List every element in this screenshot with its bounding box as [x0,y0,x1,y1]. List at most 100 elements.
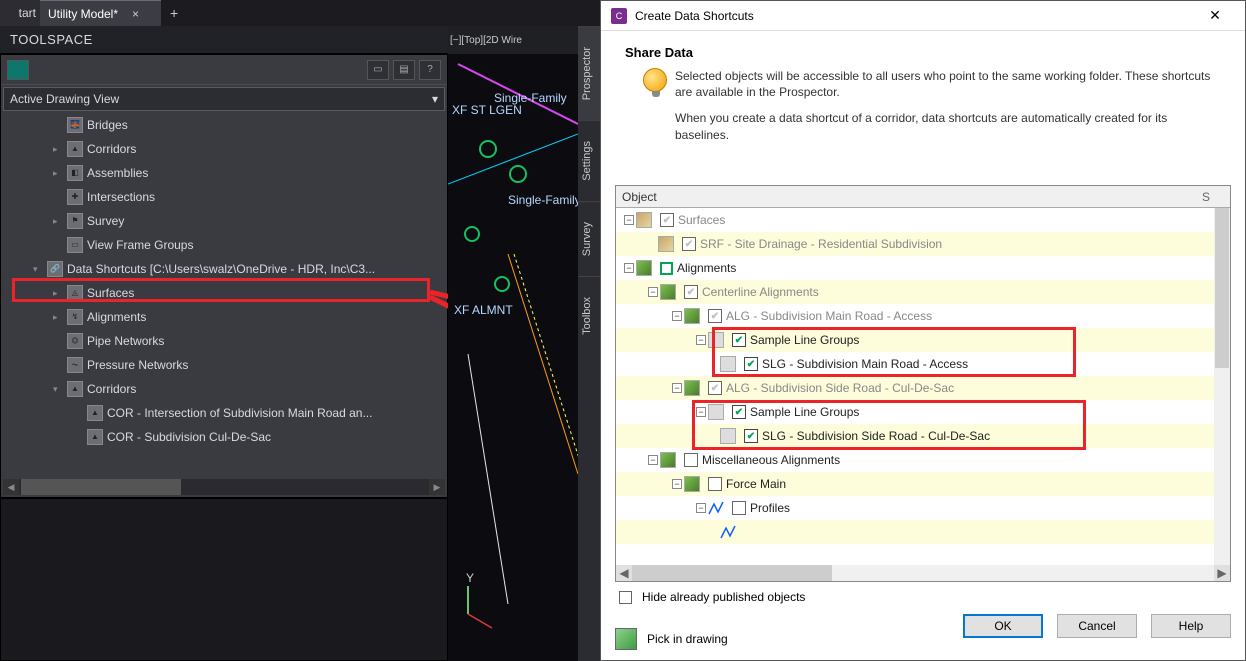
tree-item-vfg[interactable]: View Frame Groups [87,238,193,252]
tree-misc[interactable]: Miscellaneous Alignments [702,453,840,467]
pick-in-drawing-icon[interactable] [615,628,637,650]
tree-item-cor2[interactable]: COR - Subdivision Cul-De-Sac [107,430,271,444]
checkbox[interactable]: ✔ [708,381,722,395]
expand-icon[interactable]: ▸ [53,168,63,179]
collapse-icon[interactable]: ▾ [33,264,43,275]
toolbar-help-button[interactable]: ? [419,60,441,80]
drawing-canvas[interactable]: [−][Top][2D Wire XF ST LGEN Single-Famil… [448,26,600,661]
checkbox-checked[interactable]: ✔ [732,333,746,347]
collapse-icon[interactable]: − [648,455,658,465]
expand-icon[interactable]: ▸ [53,288,63,299]
checkbox-checked[interactable]: ✔ [744,357,758,371]
collapse-icon[interactable]: − [672,479,682,489]
collapse-icon[interactable]: − [648,287,658,297]
toolspace-tree[interactable]: 🌉Bridges ▸▲Corridors ▸◧Assemblies ✚Inter… [3,113,445,477]
scroll-thumb[interactable] [21,479,181,495]
dialog-close-button[interactable]: ✕ [1195,7,1235,24]
cancel-button[interactable]: Cancel [1057,614,1137,638]
tree-slg1[interactable]: SLG - Subdivision Main Road - Access [762,357,968,371]
tree-item-intersections[interactable]: Intersections [87,190,155,204]
collapse-icon[interactable]: − [696,335,706,345]
tree-alg2[interactable]: ALG - Subdivision Side Road - Cul-De-Sac [726,381,954,395]
tree-centerline[interactable]: Centerline Alignments [702,285,819,299]
toolbar-button-2[interactable]: ▤ [393,60,415,80]
scroll-thumb[interactable] [1215,208,1229,368]
dialog-heading: Share Data [625,45,1221,60]
tree-item-alignments[interactable]: Alignments [87,310,146,324]
horizontal-scrollbar[interactable]: ◀ ▶ [616,565,1230,581]
close-icon[interactable]: × [132,7,139,21]
tree-item-survey[interactable]: Survey [87,214,124,228]
scroll-left-icon[interactable]: ◀ [3,479,19,495]
side-tab-survey[interactable]: Survey [578,201,600,276]
scroll-left-icon[interactable]: ◀ [616,565,632,581]
scroll-right-icon[interactable]: ▶ [1214,565,1230,581]
toolspace-home-button[interactable] [7,60,29,80]
checkbox[interactable]: ✔ [684,285,698,299]
side-tab-toolbox[interactable]: Toolbox [578,276,600,355]
object-tree[interactable]: − ✔ Surfaces ✔ SRF - Site Drainage - Reside… [616,208,1230,565]
ok-button[interactable]: OK [963,614,1043,638]
collapse-icon[interactable]: − [696,407,706,417]
collapse-icon[interactable]: − [696,503,706,513]
tree-item-corridors-2[interactable]: Corridors [87,382,136,396]
collapse-icon[interactable]: ▾ [53,384,63,395]
toolspace-panel: ▭ ▤ ? Active Drawing View ▾ 🌉Bridges ▸▲C… [0,54,448,498]
tree-item-cor1[interactable]: COR - Intersection of Subdivision Main R… [107,406,372,420]
slg-item-icon [720,356,736,372]
toolbar-button-1[interactable]: ▭ [367,60,389,80]
scroll-thumb[interactable] [632,565,832,581]
app-icon: C [611,8,627,24]
toolspace-toolbar: ▭ ▤ ? [1,55,447,85]
tree-profiles[interactable]: Profiles [750,501,790,515]
checkbox-checked[interactable]: ✔ [732,405,746,419]
tab-start[interactable]: tart [0,0,40,26]
help-button[interactable]: Help [1151,614,1231,638]
expand-icon[interactable]: ▸ [53,216,63,227]
view-label[interactable]: [−][Top][2D Wire [450,35,522,46]
expand-icon[interactable]: ▸ [53,144,63,155]
side-tab-settings[interactable]: Settings [578,120,600,201]
tree-item-bridges[interactable]: Bridges [87,118,128,132]
tree-alg1[interactable]: ALG - Subdivision Main Road - Access [726,309,932,323]
tree-item-assemblies[interactable]: Assemblies [87,166,148,180]
expand-icon[interactable]: ▸ [53,312,63,323]
checkbox[interactable]: ✔ [708,309,722,323]
tree-item-pressure-networks[interactable]: Pressure Networks [87,358,188,372]
tree-force-main[interactable]: Force Main [726,477,786,491]
checkbox-empty[interactable] [732,501,746,515]
new-tab-button[interactable]: + [161,5,187,21]
checkbox-empty[interactable] [708,477,722,491]
tree-slg-h-2[interactable]: Sample Line Groups [750,405,859,419]
checkbox-empty[interactable] [684,453,698,467]
checkbox-partial[interactable] [660,262,673,275]
vertical-scrollbar[interactable] [1214,208,1230,565]
hide-published-checkbox[interactable] [619,591,632,604]
tree-item-corridors[interactable]: Corridors [87,142,136,156]
collapse-icon[interactable]: − [624,215,634,225]
view-combo[interactable]: Active Drawing View ▾ [3,87,445,111]
surface-item-icon [658,236,674,252]
tree-slg2[interactable]: SLG - Subdivision Side Road - Cul-De-Sac [762,429,990,443]
tree-item-surfaces[interactable]: Surfaces [87,286,134,300]
checkbox[interactable]: ✔ [682,237,696,251]
horizontal-scrollbar[interactable]: ◀ ▶ [3,479,445,495]
scroll-right-icon[interactable]: ▶ [429,479,445,495]
tree-surfaces[interactable]: Surfaces [678,213,725,227]
checkbox-checked[interactable]: ✔ [744,429,758,443]
tree-item-data-shortcuts[interactable]: Data Shortcuts [C:\Users\swalz\OneDrive … [67,262,375,276]
tree-alignments[interactable]: Alignments [677,261,736,275]
side-tab-prospector[interactable]: Prospector [578,26,600,120]
corridors-icon: ▲ [67,381,83,397]
tree-srf[interactable]: SRF - Site Drainage - Residential Subdiv… [700,237,942,251]
tree-column-header[interactable]: Object S [616,186,1230,208]
collapse-icon[interactable]: − [672,311,682,321]
checkbox[interactable]: ✔ [660,213,674,227]
collapse-icon[interactable]: − [672,383,682,393]
tab-active-document[interactable]: Utility Model* × [40,0,161,26]
toolspace-title: TOOLSPACE [10,32,93,47]
tree-item-pipe-networks[interactable]: Pipe Networks [87,334,164,348]
svg-text:Single-Family: Single-Family [494,91,567,105]
tree-slg-h-1[interactable]: Sample Line Groups [750,333,859,347]
collapse-icon[interactable]: − [624,263,634,273]
